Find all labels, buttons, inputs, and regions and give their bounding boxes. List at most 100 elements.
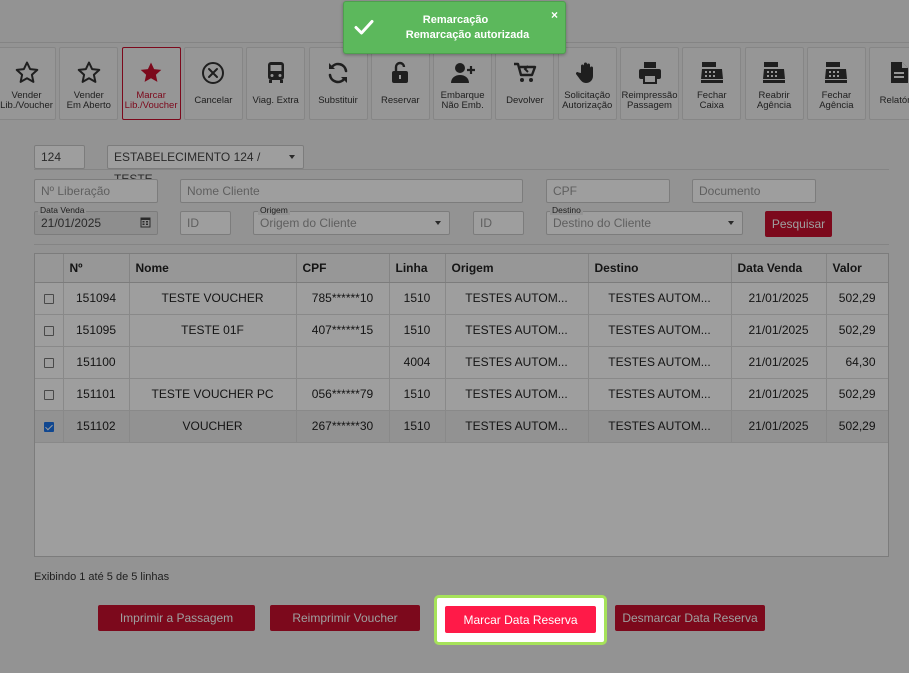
chevron-down-icon — [435, 221, 441, 225]
cell-value: 502,29 — [826, 282, 888, 315]
print-ticket-button[interactable]: Imprimir a Passagem — [98, 605, 255, 631]
row-checkbox[interactable] — [43, 389, 54, 400]
cell-origin: TESTES AUTOM... — [445, 282, 589, 315]
destination-select-value: Destino do Cliente — [553, 216, 652, 230]
toolbar-button-label: Substituir — [318, 95, 358, 106]
destination-id-input[interactable]: ID — [473, 211, 524, 235]
star-outline-icon — [0, 48, 55, 86]
cell-destination: TESTES AUTOM... — [588, 282, 732, 315]
cell-cpf: 267******30 — [296, 410, 390, 443]
toolbar-button-label: Fechar Caixa — [697, 90, 727, 111]
mark-reservation-date-button[interactable]: Marcar Data Reserva — [445, 606, 596, 633]
document-icon — [870, 48, 909, 86]
toolbar-button-label: Devolver — [506, 95, 544, 106]
cell-num: 151101 — [63, 378, 130, 411]
toolbar-button-label: Vender Lib./Voucher — [0, 90, 53, 111]
toast-title: Remarcação — [422, 14, 489, 26]
pagination-info: Exibindo 1 até 5 de 5 linhas — [34, 571, 170, 583]
toolbar-button-14[interactable]: Fechar Agência — [806, 47, 866, 120]
liberation-number-input[interactable]: Nº Liberação — [34, 179, 158, 203]
cell-value: 502,29 — [826, 314, 888, 347]
cell-cpf: 056******79 — [296, 378, 390, 411]
cell-name — [129, 346, 297, 379]
cell-date: 21/01/2025 — [731, 410, 827, 443]
toolbar-button-1[interactable]: Vender Lib./Voucher — [0, 47, 56, 120]
toolbar-button-label: Relatório — [879, 95, 909, 106]
column-header-name: Nome — [129, 254, 297, 283]
toolbar-button-label: Viag. Extra — [252, 95, 299, 106]
search-button[interactable]: Pesquisar — [765, 211, 832, 237]
cell-line: 1510 — [389, 410, 446, 443]
results-table: Nº Nome CPF Linha Origem Destino Data Venda Val… — [34, 253, 889, 557]
toolbar-button-11[interactable]: Reimpressão Passagem — [620, 47, 679, 120]
client-name-input[interactable]: Nome Cliente — [180, 179, 523, 203]
cell-origin: TESTES AUTOM... — [445, 314, 589, 347]
agency-code-value: 124 — [41, 150, 62, 164]
column-header-sale-date: Data Venda — [731, 254, 827, 283]
row-checkbox[interactable] — [43, 293, 54, 304]
table-row[interactable]: 151095 TESTE 01F 407******15 1510 TESTES AUT… — [35, 314, 888, 347]
cell-date: 21/01/2025 — [731, 346, 827, 379]
cpf-input[interactable]: CPF — [546, 179, 670, 203]
toast-notification: Remarcação Remarcação autorizada × — [343, 1, 566, 54]
agency-code-input[interactable]: 124 — [34, 145, 85, 169]
row-select-cell — [35, 410, 64, 443]
toolbar-button-3[interactable]: Marcar Lib./Voucher — [121, 47, 181, 120]
cell-date: 21/01/2025 — [731, 314, 827, 347]
establishment-select[interactable]: ESTABELECIMENTO 124 / TESTE — [107, 145, 304, 186]
close-icon[interactable]: × — [551, 9, 558, 21]
row-checkbox[interactable] — [43, 357, 54, 368]
table-body: 151094 TESTE VOUCHER 785******10 1510 TESTES… — [35, 282, 888, 443]
toolbar-button-label: Reabrir Agência — [756, 90, 792, 111]
row-checkbox[interactable] — [43, 421, 54, 432]
row-checkbox[interactable] — [43, 325, 54, 336]
toolbar-button-label: Reimpressão Passagem — [621, 90, 678, 111]
toolbar-button-2[interactable]: Vender Em Aberto — [59, 47, 119, 120]
divider — [34, 169, 889, 170]
toolbar-button-5[interactable]: Viag. Extra — [246, 47, 306, 120]
cell-line: 1510 — [389, 378, 446, 411]
toolbar-button-4[interactable]: Cancelar — [183, 47, 243, 120]
column-header-destination: Destino — [588, 254, 732, 283]
page: Vender Lib./Voucher Vender Em Aberto Marca… — [0, 0, 909, 673]
row-select-cell — [35, 314, 64, 347]
unmark-reservation-date-button[interactable]: Desmarcar Data Reserva — [615, 605, 765, 631]
cell-cpf — [296, 346, 390, 379]
toolbar-button-12[interactable]: Fechar Caixa — [682, 47, 742, 120]
table-row[interactable]: 151102 VOUCHER 267******30 1510 TESTES AUTOM… — [35, 410, 888, 443]
table-row[interactable]: 151101 TESTE VOUCHER PC 056******79 1510 TES… — [35, 378, 888, 411]
cash-register-icon — [808, 48, 865, 86]
cell-num: 151095 — [63, 314, 130, 347]
toolbar-button-6[interactable]: Substituir — [308, 47, 368, 120]
table-row[interactable]: 151100 4004 TESTES AUTOM... TESTES AUTOM...… — [35, 346, 888, 379]
cell-destination: TESTES AUTOM... — [588, 314, 732, 347]
toolbar-button-label: Embarque Não Emb. — [440, 90, 485, 111]
toolbar-button-8[interactable]: Embarque Não Emb. — [433, 47, 493, 120]
column-header-cpf: CPF — [296, 254, 390, 283]
printer-icon — [621, 48, 678, 86]
document-input[interactable]: Documento — [692, 179, 816, 203]
toolbar-button-9[interactable]: Devolver — [495, 47, 555, 120]
reprint-voucher-button[interactable]: Reimprimir Voucher — [270, 605, 420, 631]
destination-label: Destino — [550, 205, 583, 215]
toolbar-button-13[interactable]: Reabrir Agência — [744, 47, 804, 120]
toolbar-button-label: Marcar Lib./Voucher — [124, 90, 178, 111]
cell-destination: TESTES AUTOM... — [588, 410, 732, 443]
toolbar-button-7[interactable]: Reservar — [370, 47, 430, 120]
cell-name: TESTE VOUCHER — [129, 282, 297, 315]
table-row[interactable]: 151094 TESTE VOUCHER 785******10 1510 TESTES… — [35, 282, 888, 315]
cancel-circle-icon — [185, 48, 242, 86]
origin-id-input[interactable]: ID — [180, 211, 231, 235]
cell-cpf: 407******15 — [296, 314, 390, 347]
toolbar-button-label: Vender Em Aberto — [66, 90, 111, 111]
table-header: Nº Nome CPF Linha Origem Destino Data Venda Val… — [35, 254, 888, 283]
cell-origin: TESTES AUTOM... — [445, 346, 589, 379]
cell-destination: TESTES AUTOM... — [588, 346, 732, 379]
cell-date: 21/01/2025 — [731, 282, 827, 315]
chevron-down-icon — [289, 155, 295, 159]
toolbar-button-10[interactable]: Solicitação Autorização — [557, 47, 617, 120]
toolbar-button-label: Solicitação Autorização — [562, 90, 613, 111]
star-filled-icon — [123, 48, 180, 86]
toolbar-button-15[interactable]: Relatório — [869, 47, 909, 120]
cell-line: 4004 — [389, 346, 446, 379]
